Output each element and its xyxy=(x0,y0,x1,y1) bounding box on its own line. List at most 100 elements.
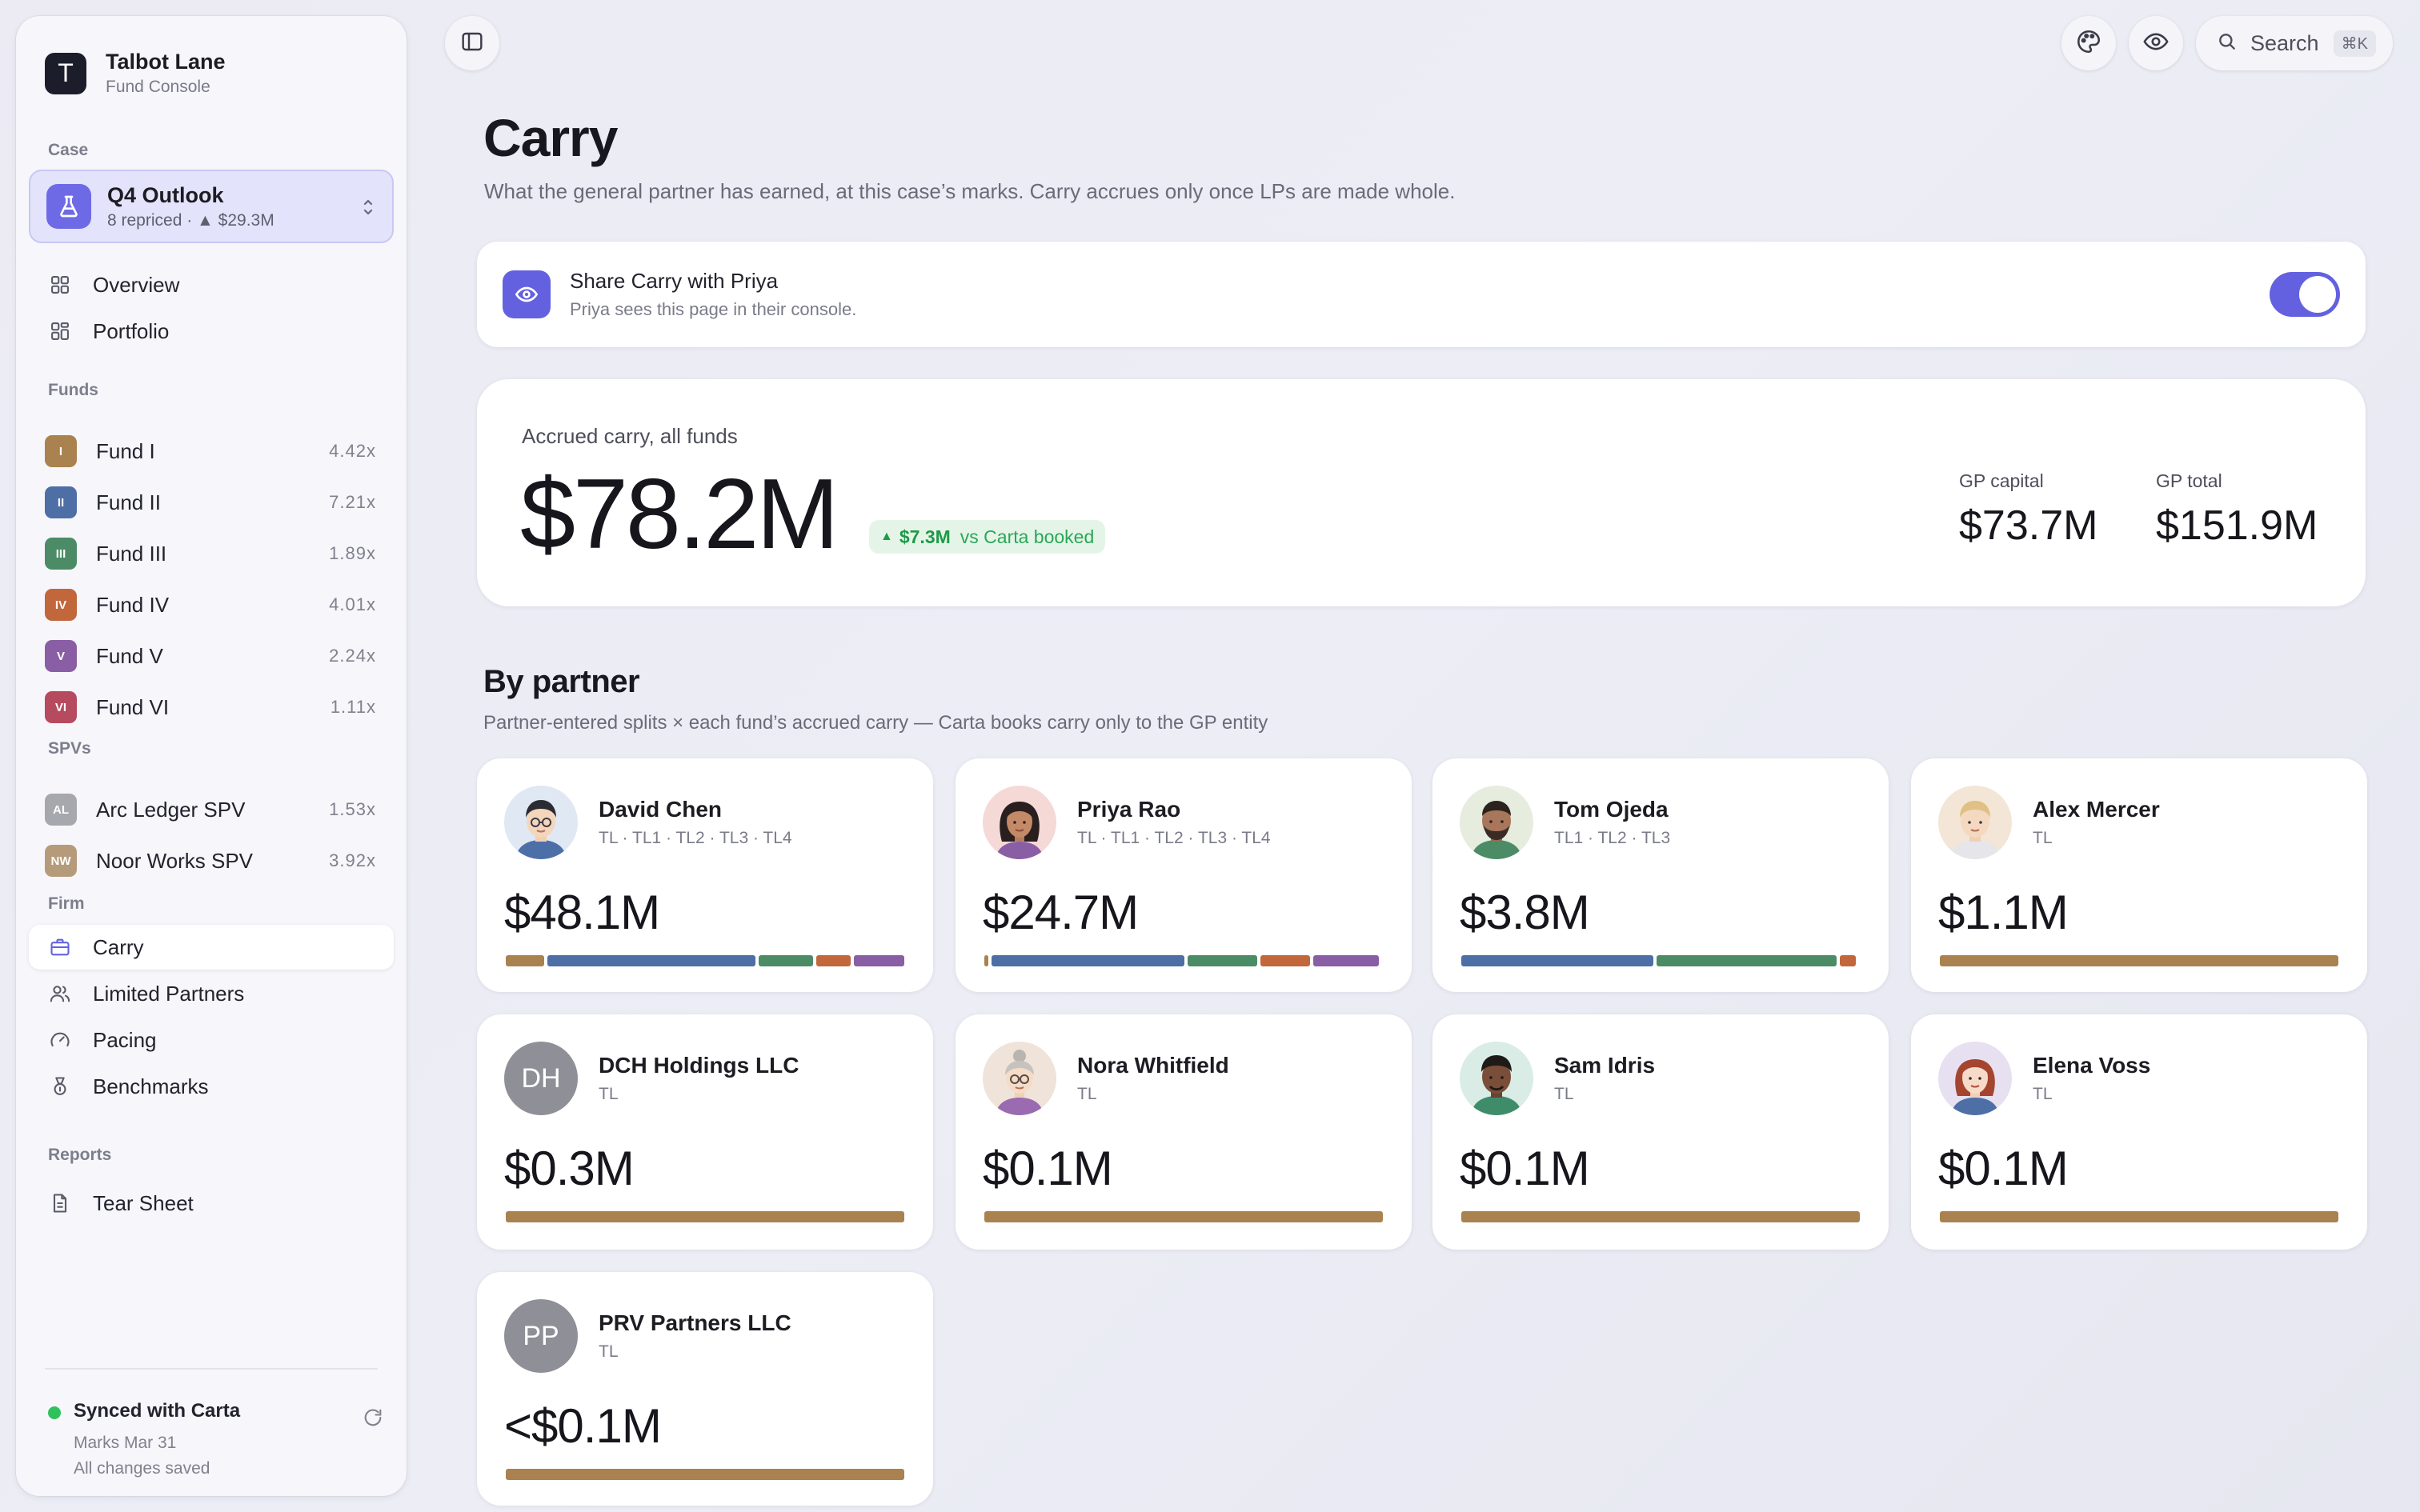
brand-subtitle: Fund Console xyxy=(106,78,210,96)
sidebar-item-label: Limited Partners xyxy=(93,981,245,1006)
gp-capital-label: GP capital xyxy=(1959,470,2044,491)
funds-section-label: Funds xyxy=(48,381,98,399)
split-bar xyxy=(984,1211,1383,1222)
avatar xyxy=(504,786,578,859)
partner-name: Nora Whitfield xyxy=(1077,1053,1229,1078)
gauge-icon xyxy=(48,1028,72,1052)
sidebar-item-arc-ledger-spv[interactable]: AL Arc Ledger SPV 1.53x xyxy=(29,787,394,832)
sidebar-item-fund-ii[interactable]: II Fund II 7.21x xyxy=(29,480,394,525)
split-bar xyxy=(1940,955,2338,966)
medal-icon xyxy=(48,1074,72,1098)
sidebar-item-limited-partners[interactable]: Limited Partners xyxy=(29,971,394,1016)
sidebar-item-carry[interactable]: Carry xyxy=(29,925,394,970)
partner-carry-value: $1.1M xyxy=(1938,886,2069,939)
gp-total: GP total $151.9M xyxy=(2156,470,2318,550)
share-toggle[interactable] xyxy=(2270,272,2340,317)
sidebar-item-multiple: 4.42x xyxy=(329,441,376,461)
sidebar-item-label: Carry xyxy=(93,934,144,959)
partner-card[interactable]: Elena Voss TL $0.1M xyxy=(1911,1014,2367,1250)
eye-icon xyxy=(503,270,551,318)
sidebar-item-pacing[interactable]: Pacing xyxy=(29,1018,394,1062)
refresh-icon[interactable] xyxy=(362,1406,384,1433)
sidebar-item-fund-v[interactable]: V Fund V 2.24x xyxy=(29,634,394,678)
partner-card[interactable]: Alex Mercer TL $1.1M xyxy=(1911,758,2367,992)
avatar-initials: DH xyxy=(504,1042,578,1115)
split-segment-tl2 xyxy=(1657,955,1837,966)
partner-card[interactable]: David Chen TL · TL1 · TL2 · TL3 · TL4 $48.… xyxy=(477,758,933,992)
sidebar-toggle-button[interactable] xyxy=(445,16,499,70)
partner-card[interactable]: DH DCH Holdings LLC TL $0.3M xyxy=(477,1014,933,1250)
case-subtitle: 8 repriced · ▲ $29.3M xyxy=(107,210,274,230)
sidebar-item-fund-i[interactable]: I Fund I 4.42x xyxy=(29,429,394,474)
sidebar-item-label: Fund V xyxy=(96,643,163,668)
sidebar-item-noor-works-spv[interactable]: NW Noor Works SPV 3.92x xyxy=(29,838,394,883)
partner-card[interactable]: Sam Idris TL $0.1M xyxy=(1432,1014,1889,1250)
section-title: By partner xyxy=(483,664,640,699)
avatar xyxy=(983,1042,1056,1115)
sidebar-item-overview[interactable]: Overview xyxy=(29,262,394,307)
split-segment-tl3 xyxy=(815,955,851,966)
fund-badge: I xyxy=(45,435,77,467)
partner-card[interactable]: Tom Ojeda TL1 · TL2 · TL3 $3.8M xyxy=(1432,758,1889,992)
share-title: Share Carry with Priya xyxy=(570,269,779,293)
partner-card[interactable]: Priya Rao TL · TL1 · TL2 · TL3 · TL4 $24.7… xyxy=(956,758,1412,992)
partner-fund-tags: TL xyxy=(2033,1085,2053,1103)
sidebar: T Talbot Lane Fund Console Case Q4 Outlo… xyxy=(16,16,407,1496)
split-bar xyxy=(506,1211,904,1222)
brand-name: Talbot Lane xyxy=(106,50,226,74)
palette-icon xyxy=(2075,28,2102,59)
split-segment-tl3 xyxy=(1840,955,1857,966)
split-segment-tl4 xyxy=(854,955,904,966)
share-card: Share Carry with Priya Priya sees this p… xyxy=(477,242,2366,347)
sidebar-item-fund-vi[interactable]: VI Fund VI 1.11x xyxy=(29,685,394,730)
sync-marks-date: Marks Mar 31 xyxy=(74,1434,177,1452)
partner-carry-value: $0.3M xyxy=(504,1142,635,1195)
gp-total-value: $151.9M xyxy=(2156,502,2318,549)
partner-card[interactable]: PP PRV Partners LLC TL <$0.1M xyxy=(477,1272,933,1506)
preview-button[interactable] xyxy=(2129,16,2183,70)
sidebar-item-multiple: 1.11x xyxy=(330,697,376,717)
sidebar-item-fund-iii[interactable]: III Fund III 1.89x xyxy=(29,531,394,576)
split-segment-tl xyxy=(1940,955,2338,966)
case-selector[interactable]: Q4 Outlook 8 repriced · ▲ $29.3M xyxy=(29,170,394,243)
sidebar-item-tear-sheet[interactable]: Tear Sheet xyxy=(29,1181,394,1226)
split-segment-tl2 xyxy=(759,955,813,966)
partner-carry-value: $24.7M xyxy=(983,886,1139,939)
sidebar-item-label: Pacing xyxy=(93,1027,157,1052)
theme-button[interactable] xyxy=(2061,16,2116,70)
fund-badge: IV xyxy=(45,589,77,621)
partner-fund-tags: TL1 · TL2 · TL3 xyxy=(1554,829,1671,847)
partner-name: David Chen xyxy=(599,797,723,822)
partner-name: Sam Idris xyxy=(1554,1053,1656,1078)
sync-status: Synced with Carta Marks Mar 31 All chang… xyxy=(48,1400,240,1482)
fund-badge: II xyxy=(45,486,77,518)
fund-badge: V xyxy=(45,640,77,672)
avatar xyxy=(1460,786,1533,859)
partner-carry-value: <$0.1M xyxy=(504,1399,662,1453)
brand[interactable]: T Talbot Lane Fund Console xyxy=(45,50,226,97)
fund-badge: VI xyxy=(45,691,77,723)
split-segment-tl xyxy=(1461,1211,1860,1222)
search-button[interactable]: Search ⌘K xyxy=(2196,16,2393,70)
partner-card[interactable]: Nora Whitfield TL $0.1M xyxy=(956,1014,1412,1250)
toggle-knob xyxy=(2299,276,2336,313)
split-segment-tl2 xyxy=(1187,955,1257,966)
sidebar-item-benchmarks[interactable]: Benchmarks xyxy=(29,1064,394,1109)
sidebar-item-label: Overview xyxy=(93,272,180,297)
split-bar xyxy=(1940,1211,2338,1222)
sync-title: Synced with Carta xyxy=(74,1400,241,1422)
avatar xyxy=(1938,1042,2012,1115)
partner-fund-tags: TL xyxy=(1077,1085,1097,1103)
sidebar-item-label: Portfolio xyxy=(93,318,170,343)
avatar xyxy=(1938,786,2012,859)
sidebar-item-label: Tear Sheet xyxy=(93,1190,194,1215)
sidebar-item-multiple: 4.01x xyxy=(329,594,376,614)
reports-section-label: Reports xyxy=(48,1146,112,1164)
sidebar-item-fund-iv[interactable]: IV Fund IV 4.01x xyxy=(29,582,394,627)
eye-icon xyxy=(2142,28,2170,59)
split-segment-tl1 xyxy=(991,955,1184,966)
partner-name: Alex Mercer xyxy=(2033,797,2160,822)
sidebar-item-portfolio[interactable]: Portfolio xyxy=(29,309,394,354)
split-bar xyxy=(506,1469,904,1480)
share-subtitle: Priya sees this page in their console. xyxy=(570,299,857,319)
